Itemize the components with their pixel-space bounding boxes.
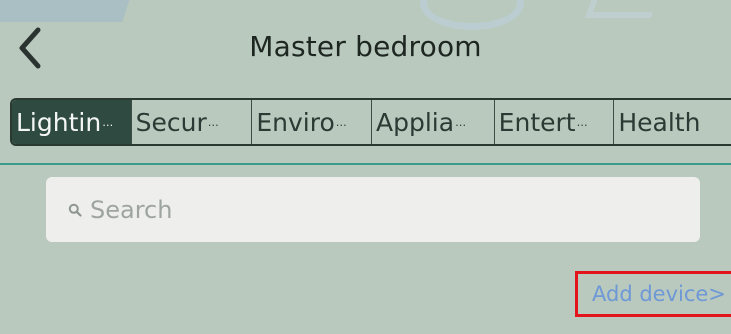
category-tabs: Lightin… Secur… Enviro… Applia… Entert… …: [10, 98, 731, 146]
header-bar: Master bedroom: [0, 10, 731, 88]
page-title: Master bedroom: [249, 30, 482, 63]
add-device-link[interactable]: Add device>: [575, 271, 731, 317]
section-divider: [0, 163, 731, 165]
search-icon: [68, 203, 82, 217]
search-input[interactable]: Search: [46, 177, 700, 242]
tab-label: Secur: [135, 107, 207, 137]
tab-environment[interactable]: Enviro…: [252, 100, 373, 144]
tab-label: Enviro: [256, 107, 335, 137]
tab-lighting[interactable]: Lightin…: [12, 100, 132, 144]
add-device-label: Add device>: [592, 282, 726, 306]
tab-label: Health: [618, 107, 701, 137]
tab-ellipsis: …: [576, 115, 588, 129]
tab-entertainment[interactable]: Entert…: [495, 100, 615, 144]
tab-label: Lightin: [16, 107, 102, 137]
search-placeholder: Search: [90, 195, 173, 224]
tab-health[interactable]: Health: [614, 100, 731, 144]
app-screen: Master bedroom Lightin… Secur… Enviro… A…: [0, 0, 731, 334]
tab-security[interactable]: Secur…: [132, 100, 253, 144]
tab-label: Applia: [376, 107, 455, 137]
tab-ellipsis: …: [335, 115, 347, 129]
tab-ellipsis: …: [455, 115, 467, 129]
tab-label: Entert: [498, 107, 576, 137]
tab-ellipsis: …: [207, 115, 219, 129]
tab-ellipsis: …: [102, 115, 114, 129]
tab-appliances[interactable]: Applia…: [372, 100, 495, 144]
